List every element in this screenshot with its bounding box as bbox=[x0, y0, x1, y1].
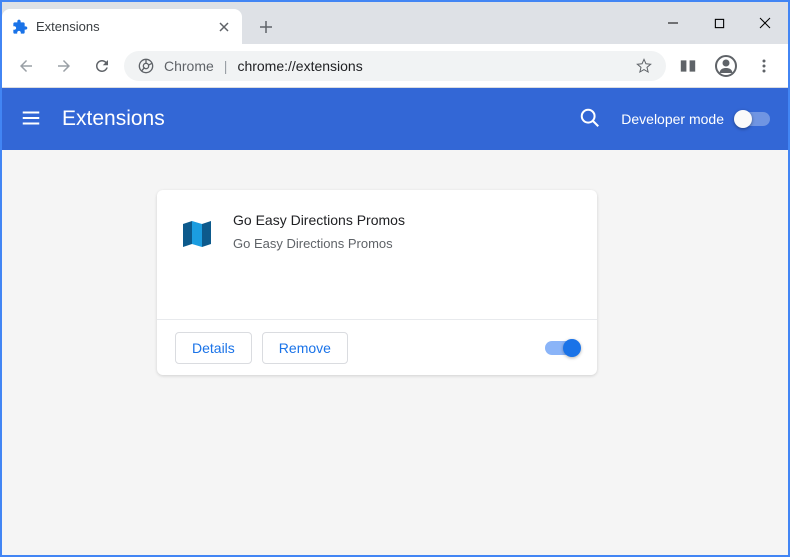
menu-button[interactable] bbox=[748, 50, 780, 82]
extension-name: Go Easy Directions Promos bbox=[233, 212, 575, 228]
puzzle-icon bbox=[12, 19, 28, 35]
browser-tab[interactable]: Extensions bbox=[2, 9, 242, 44]
extensions-header: Extensions Developer mode bbox=[2, 88, 788, 150]
tabs-area: Extensions bbox=[2, 2, 650, 44]
omnibox-chrome-label: Chrome bbox=[164, 58, 214, 74]
maximize-button[interactable] bbox=[696, 2, 742, 44]
window-controls bbox=[650, 2, 788, 44]
search-button[interactable] bbox=[579, 107, 603, 131]
new-tab-button[interactable] bbox=[252, 13, 280, 41]
developer-mode-toggle[interactable] bbox=[736, 112, 770, 126]
browser-toolbar: Chrome | chrome://extensions bbox=[2, 44, 788, 88]
close-tab-button[interactable] bbox=[216, 19, 232, 35]
back-button[interactable] bbox=[10, 50, 42, 82]
minimize-button[interactable] bbox=[650, 2, 696, 44]
close-window-button[interactable] bbox=[742, 2, 788, 44]
map-icon bbox=[179, 216, 215, 252]
page-title: Extensions bbox=[62, 107, 579, 131]
extension-card: Go Easy Directions Promos Go Easy Direct… bbox=[157, 190, 597, 375]
tab-title: Extensions bbox=[36, 19, 216, 34]
reload-button[interactable] bbox=[86, 50, 118, 82]
hamburger-menu-button[interactable] bbox=[20, 107, 44, 131]
extension-description: Go Easy Directions Promos bbox=[233, 236, 575, 251]
address-bar[interactable]: Chrome | chrome://extensions bbox=[124, 51, 666, 81]
window-titlebar: Extensions bbox=[2, 2, 788, 44]
card-body: Go Easy Directions Promos Go Easy Direct… bbox=[157, 190, 597, 319]
toggle-knob bbox=[734, 110, 752, 128]
extension-info: Go Easy Directions Promos Go Easy Direct… bbox=[233, 212, 575, 319]
toggle-knob bbox=[563, 339, 581, 357]
forward-button[interactable] bbox=[48, 50, 80, 82]
bookmark-button[interactable] bbox=[636, 58, 652, 74]
developer-mode-label: Developer mode bbox=[621, 111, 724, 127]
reading-list-button[interactable] bbox=[672, 50, 704, 82]
card-footer: Details Remove bbox=[157, 319, 597, 375]
extension-toggle[interactable] bbox=[545, 341, 579, 355]
chrome-icon bbox=[138, 58, 154, 74]
remove-button[interactable]: Remove bbox=[262, 332, 348, 364]
profile-button[interactable] bbox=[710, 50, 742, 82]
omnibox-divider: | bbox=[224, 58, 228, 74]
extensions-list: Go Easy Directions Promos Go Easy Direct… bbox=[2, 150, 788, 555]
omnibox-url: chrome://extensions bbox=[237, 58, 626, 74]
details-button[interactable]: Details bbox=[175, 332, 252, 364]
